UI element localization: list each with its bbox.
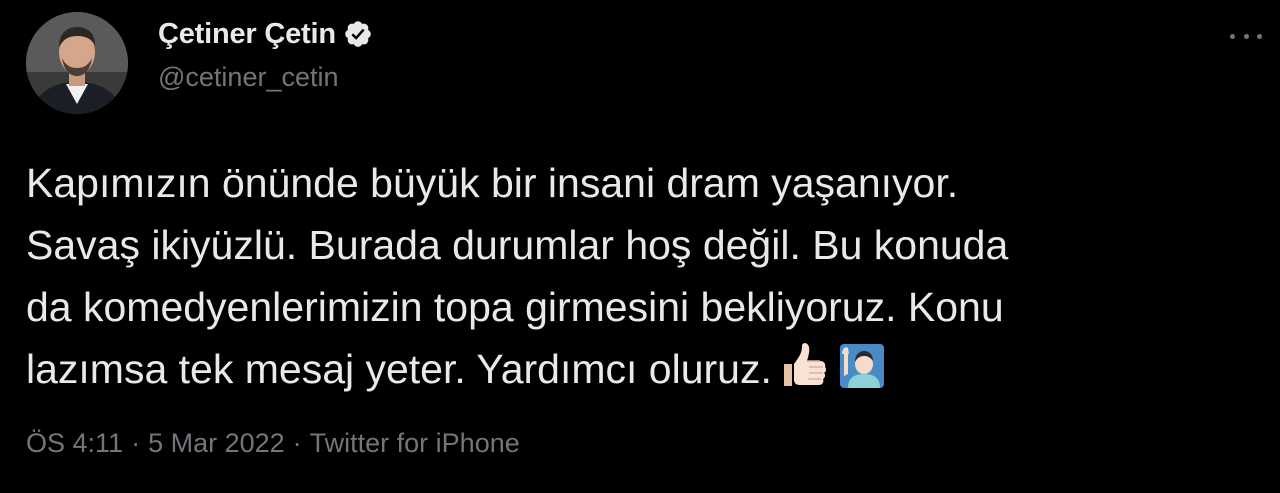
avatar[interactable] <box>26 12 128 114</box>
display-name[interactable]: Çetiner Çetin <box>158 18 336 51</box>
meta-separator: · <box>131 428 141 458</box>
avatar-photo <box>26 12 128 114</box>
raising-hand-man-icon <box>836 340 888 392</box>
tweet-text: Kapımızın önünde büyük bir insani dram y… <box>26 152 1256 400</box>
handle[interactable]: @cetiner_cetin <box>158 62 339 93</box>
tweet-source[interactable]: Twitter for iPhone <box>310 428 520 459</box>
tweet-meta: ÖS 4:11 · 5 Mar 2022 · Twitter for iPhon… <box>26 428 520 459</box>
more-options-icon[interactable] <box>1226 22 1266 50</box>
tweet-date[interactable]: 5 Mar 2022 <box>148 428 285 459</box>
tweet-line: da komedyenlerimizin topa girmesini bekl… <box>26 284 1004 330</box>
verified-badge-icon <box>343 19 373 49</box>
tweet-last-line: lazımsa tek mesaj yeter. Yardımcı oluruz… <box>26 338 1256 400</box>
tweet: Çetiner Çetin @cetiner_cetin Kapımızın ö… <box>0 0 1280 493</box>
tweet-line: Savaş ikiyüzlü. Burada durumlar hoş deği… <box>26 222 1009 268</box>
author-name-row[interactable]: Çetiner Çetin <box>158 14 373 54</box>
meta-separator: · <box>292 428 302 458</box>
tweet-time[interactable]: ÖS 4:11 <box>26 428 123 459</box>
tweet-line: Kapımızın önünde büyük bir insani dram y… <box>26 160 959 206</box>
thumbs-up-icon <box>778 340 830 392</box>
tweet-line: lazımsa tek mesaj yeter. Yardımcı oluruz… <box>26 346 772 392</box>
